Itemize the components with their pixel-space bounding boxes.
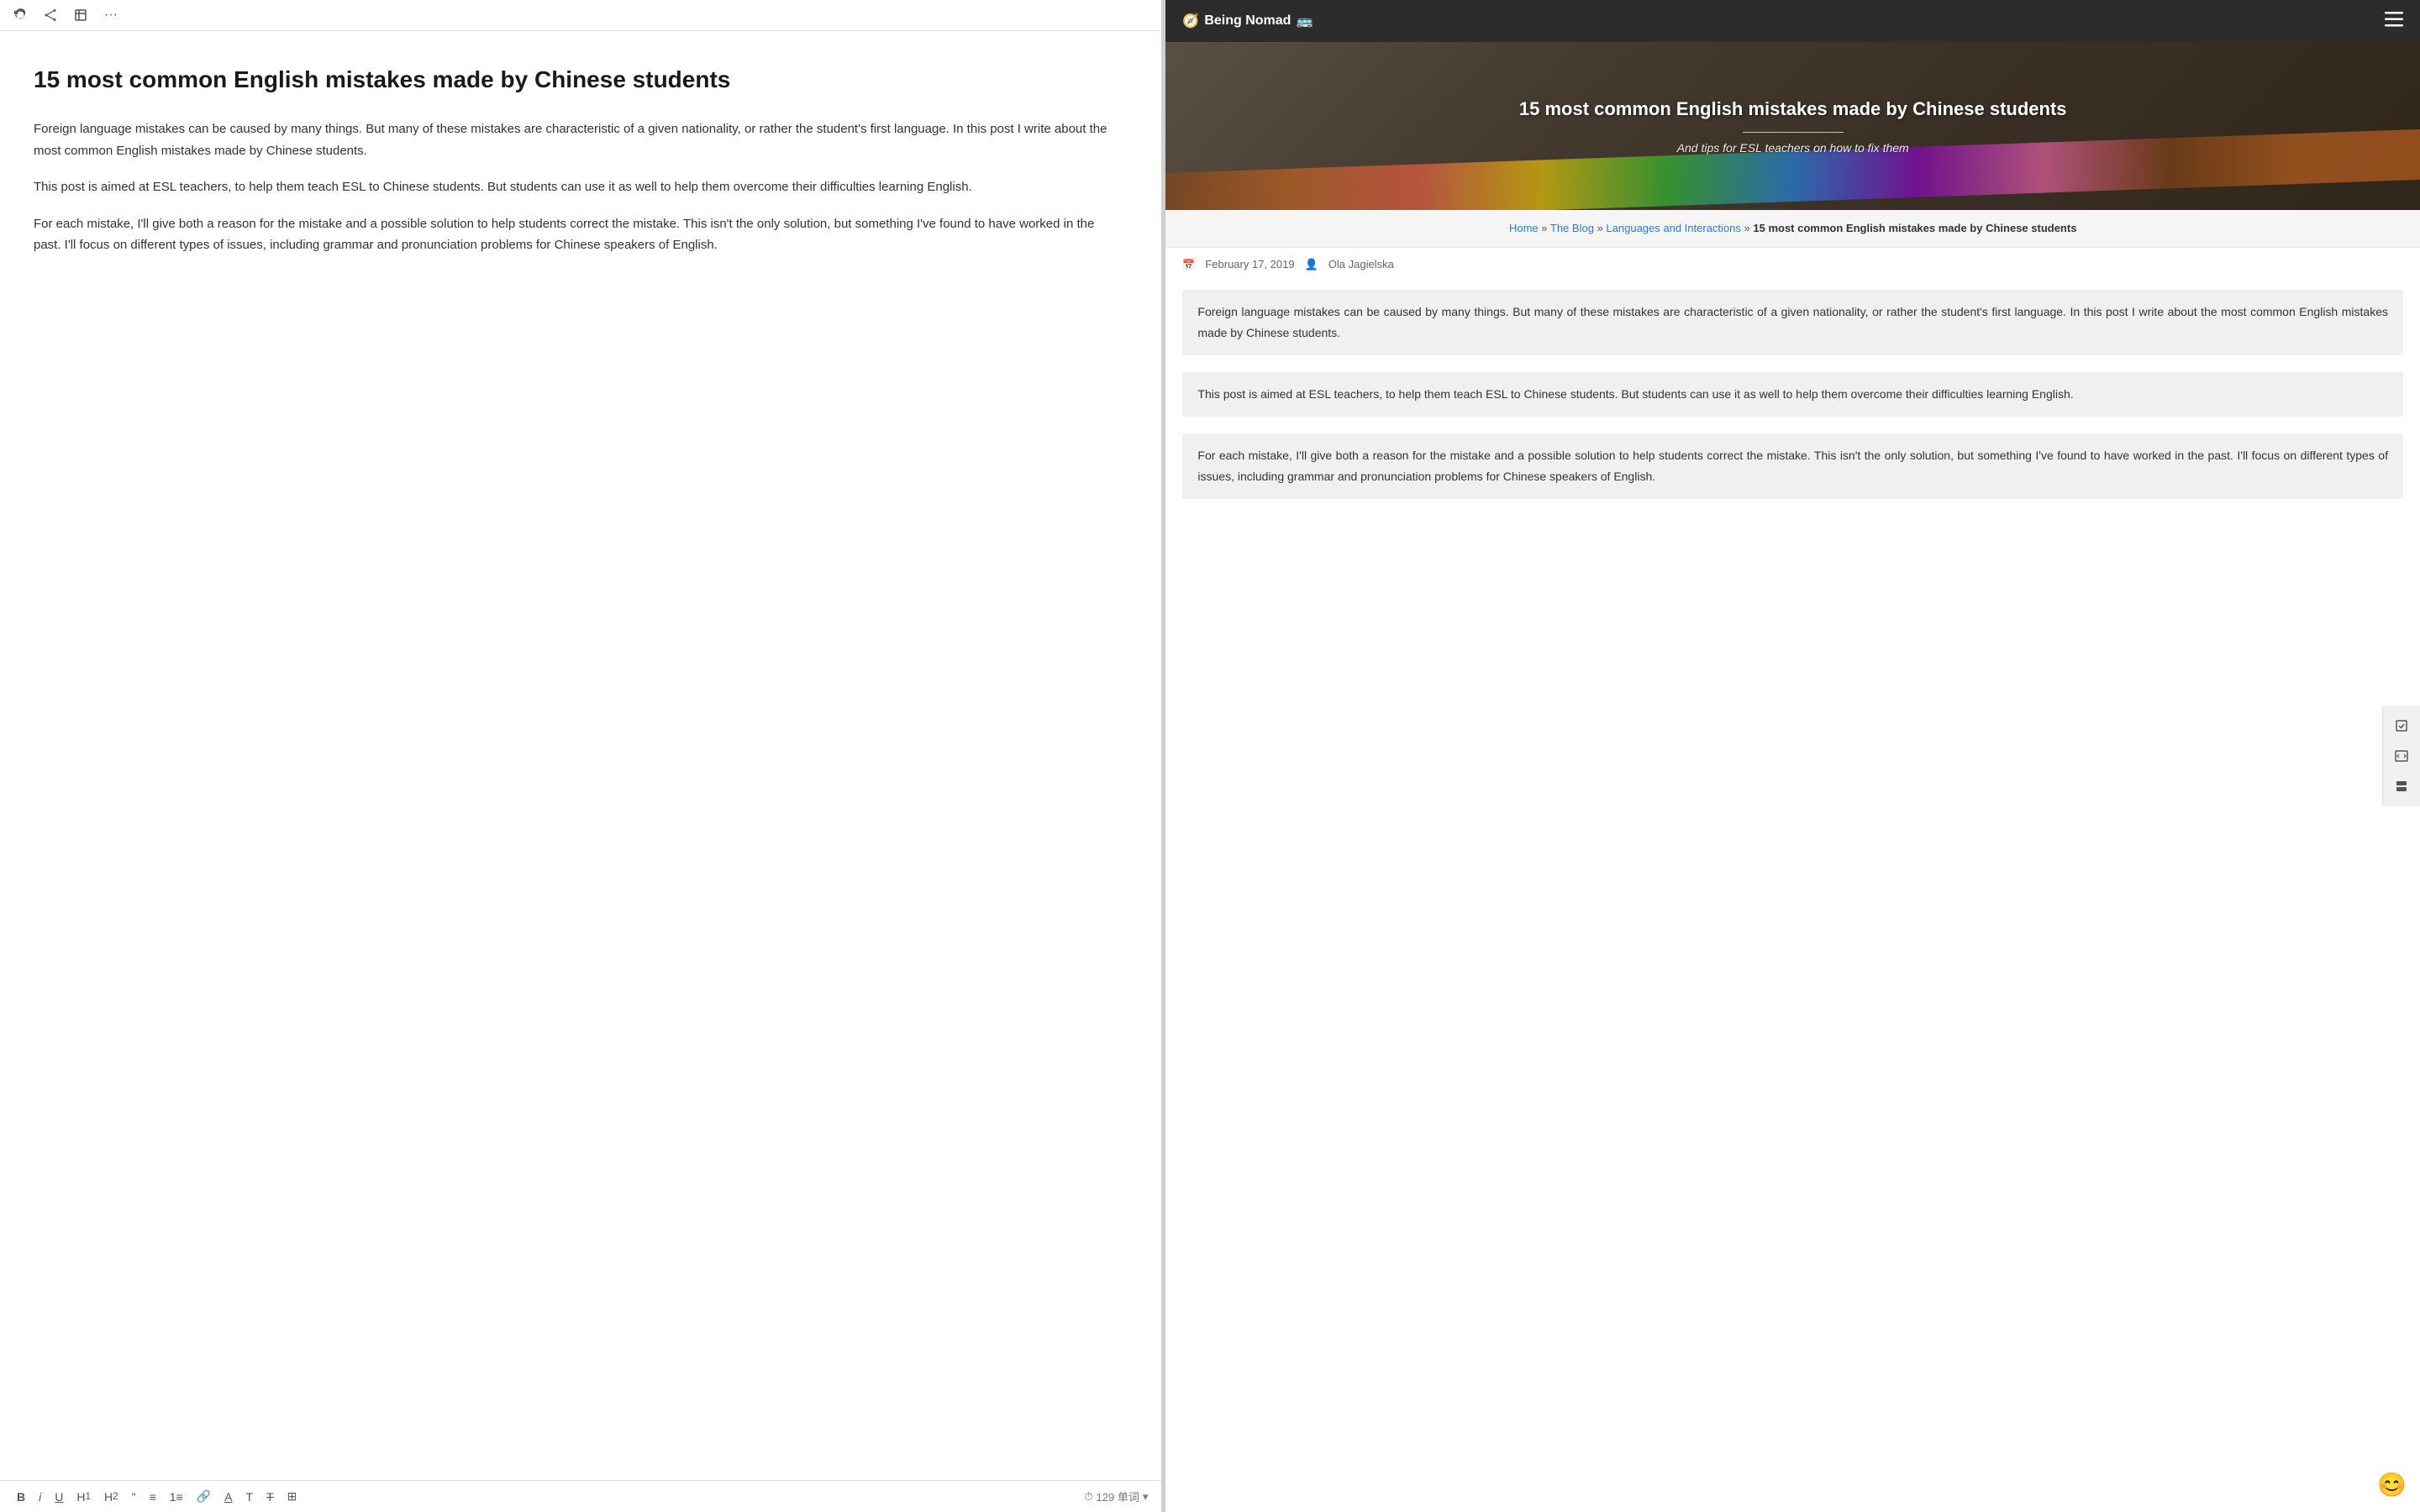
author-icon: 👤	[1305, 258, 1318, 271]
article-para-3: For each mistake, I'll give both a reaso…	[1182, 433, 2403, 499]
breadcrumb-sep-2: »	[1597, 222, 1603, 234]
article-title: 15 most common English mistakes made by …	[34, 65, 1111, 95]
editor-top-toolbar: ···	[0, 0, 1161, 31]
underline-button[interactable]: U	[51, 1488, 66, 1505]
logo-text[interactable]: Being Nomad	[1204, 13, 1291, 29]
article-meta: 📅 February 17, 2019 👤 Ola Jagielska	[1165, 248, 2420, 281]
word-count-display: ⏱ 129 单词 ▾	[1084, 1488, 1148, 1504]
site-logo: 🧭 Being Nomad 🚌	[1182, 13, 1313, 29]
hero-section: 15 most common English mistakes made by …	[1165, 42, 2420, 210]
side-toolbar	[2382, 706, 2420, 806]
refresh-icon[interactable]	[12, 7, 29, 24]
editor-panel: ··· 15 most common English mistakes made…	[0, 0, 1161, 1512]
italic-button[interactable]: i	[35, 1488, 45, 1505]
more-icon[interactable]: ···	[103, 7, 119, 24]
editor-bottom-toolbar: B i U H1 H2 " ≡ 1≡ 🔗 A T T ⊞ ⏱ 129 单词 ▾	[0, 1480, 1161, 1512]
stack-tool[interactable]	[2388, 773, 2415, 800]
word-count-value: 129 单词	[1097, 1488, 1139, 1504]
check-tool[interactable]	[2388, 712, 2415, 739]
link-button[interactable]: 🔗	[193, 1488, 214, 1505]
heading1-button[interactable]: H1	[73, 1488, 94, 1505]
word-count-dropdown-icon[interactable]: ▾	[1143, 1490, 1149, 1504]
underline2-button[interactable]: A	[221, 1488, 235, 1505]
expand-icon[interactable]	[72, 7, 89, 24]
text-style-button[interactable]: T	[243, 1488, 257, 1505]
logo-bus-icon: 🚌	[1296, 13, 1313, 29]
emoji-feedback[interactable]: 😊	[2377, 1471, 2407, 1499]
bold-button[interactable]: B	[13, 1488, 29, 1505]
quote-button[interactable]: "	[129, 1488, 139, 1505]
editor-para-3: For each mistake, I'll give both a reaso…	[34, 213, 1111, 256]
article-para-1: Foreign language mistakes can be caused …	[1182, 290, 2403, 355]
breadcrumb-category-link[interactable]: Languages and Interactions	[1606, 222, 1740, 234]
editor-para-2: This post is aimed at ESL teachers, to h…	[34, 176, 1111, 198]
editor-para-1: Foreign language mistakes can be caused …	[34, 118, 1111, 161]
calendar-icon: 📅	[1182, 259, 1195, 270]
article-author[interactable]: Ola Jagielska	[1328, 258, 1394, 270]
editor-content-area[interactable]: 15 most common English mistakes made by …	[0, 31, 1161, 1512]
logo-icon: 🧭	[1182, 13, 1199, 29]
hero-title: 15 most common English mistakes made by …	[1519, 97, 2067, 122]
hamburger-menu[interactable]	[2385, 10, 2403, 32]
clock-icon: ⏱	[1084, 1490, 1092, 1504]
table-button[interactable]: ⊞	[284, 1488, 301, 1505]
breadcrumb-sep-3: »	[1744, 222, 1750, 234]
code-tool[interactable]	[2388, 743, 2415, 769]
breadcrumb: Home » The Blog » Languages and Interact…	[1165, 210, 2420, 248]
browser-preview-panel: 🧭 Being Nomad 🚌 15 most common English m…	[1165, 0, 2420, 1512]
breadcrumb-sep-1: »	[1541, 222, 1547, 234]
hero-text-block: 15 most common English mistakes made by …	[1519, 97, 2067, 155]
heading2-button[interactable]: H2	[101, 1488, 122, 1505]
hero-subtitle: And tips for ESL teachers on how to fix …	[1519, 141, 2067, 155]
hero-divider	[1743, 132, 1844, 133]
breadcrumb-blog-link[interactable]: The Blog	[1550, 222, 1594, 234]
site-header: 🧭 Being Nomad 🚌	[1165, 0, 2420, 42]
article-para-2: This post is aimed at ESL teachers, to h…	[1182, 372, 2403, 417]
breadcrumb-current: 15 most common English mistakes made by …	[1753, 222, 2076, 234]
list-bullet-button[interactable]: ≡	[146, 1488, 160, 1505]
breadcrumb-home-link[interactable]: Home	[1509, 222, 1539, 234]
list-number-button[interactable]: 1≡	[166, 1488, 187, 1505]
share-icon[interactable]	[42, 7, 59, 24]
strikethrough-button[interactable]: T	[263, 1488, 277, 1505]
article-date: February 17, 2019	[1205, 258, 1294, 270]
